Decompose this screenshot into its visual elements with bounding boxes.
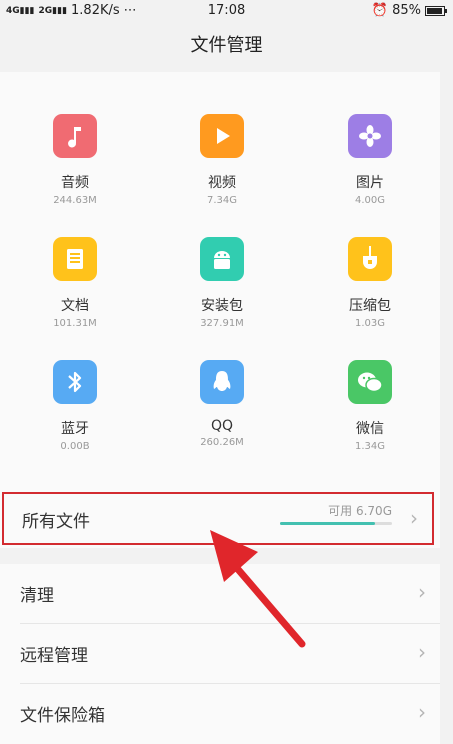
category-size: 244.63M	[53, 195, 97, 206]
category-name: 音频	[61, 175, 89, 191]
android-icon	[200, 237, 244, 281]
category-name: 图片	[356, 175, 384, 191]
play-icon	[200, 114, 244, 158]
category-name: 压缩包	[349, 298, 391, 314]
battery-icon	[425, 5, 447, 16]
category-size: 260.26M	[200, 437, 244, 448]
document-icon	[53, 237, 97, 281]
available-space: 可用 6.70G	[328, 504, 392, 518]
category-name: 微信	[356, 421, 384, 437]
category-name: QQ	[210, 418, 234, 434]
category-size: 4.00G	[354, 195, 385, 206]
category-size: 1.03G	[354, 318, 385, 329]
chevron-right-icon: ›	[418, 700, 426, 724]
flower-icon	[348, 114, 392, 158]
page-title: 文件管理	[190, 35, 263, 56]
battery-fill	[427, 7, 443, 14]
chevron-right-icon: ›	[418, 640, 426, 664]
category-images[interactable]: 图片 4.00G	[310, 114, 430, 206]
alarm-icon: ⏰	[371, 3, 389, 18]
category-size: 1.34G	[354, 441, 385, 452]
bluetooth-icon	[53, 360, 97, 404]
category-audio[interactable]: 音频 244.63M	[15, 114, 135, 206]
all-files-label: 所有文件	[22, 512, 90, 532]
red-arrow-annotation	[210, 530, 306, 648]
status-right: ⏰ 85%	[371, 3, 447, 18]
category-size: 7.34G	[206, 195, 237, 206]
category-name: 安装包	[201, 298, 243, 314]
status-bar: 4G▮▮▮ 2G▮▮▮ 1.82K/s ⋯ 17:08 ⏰ 85%	[0, 0, 453, 22]
menu-label: 远程管理	[20, 646, 88, 666]
chevron-right-icon: ›	[418, 580, 426, 604]
category-video[interactable]: 视频 7.34G	[162, 114, 282, 206]
qq-penguin-icon	[200, 360, 244, 404]
category-bluetooth[interactable]: 蓝牙 0.00B	[15, 360, 135, 452]
category-archives[interactable]: 压缩包 1.03G	[310, 237, 430, 329]
category-packages[interactable]: 安装包 327.91M	[162, 237, 282, 329]
menu-label: 文件保险箱	[20, 706, 105, 726]
zip-icon	[348, 237, 392, 281]
category-name: 视频	[208, 175, 236, 191]
category-size: 101.31M	[53, 318, 97, 329]
menu-label: 清理	[20, 586, 54, 606]
category-size: 327.91M	[200, 318, 244, 329]
wechat-icon	[348, 360, 392, 404]
category-wechat[interactable]: 微信 1.34G	[310, 360, 430, 452]
category-name: 蓝牙	[61, 421, 89, 437]
chevron-right-icon: ›	[410, 506, 418, 530]
category-documents[interactable]: 文档 101.31M	[15, 237, 135, 329]
category-qq[interactable]: QQ 260.26M	[162, 360, 282, 448]
category-name: 文档	[61, 298, 89, 314]
battery-percent: 85%	[392, 3, 421, 18]
category-size: 0.00B	[60, 441, 90, 452]
music-note-icon	[53, 114, 97, 158]
menu-item-file-vault[interactable]: 文件保险箱 ›	[0, 684, 440, 744]
